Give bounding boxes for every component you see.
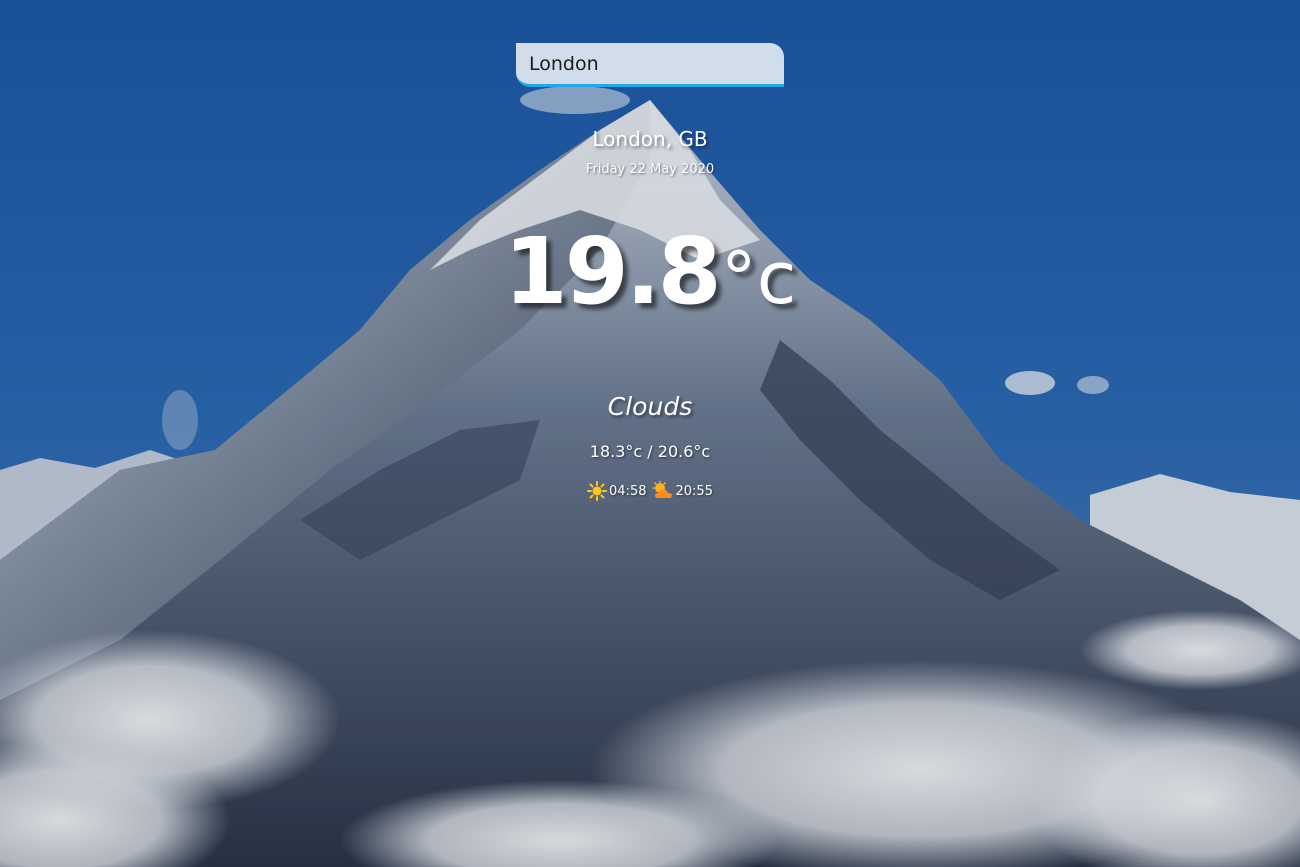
- temperature-value: 19.8: [503, 218, 722, 325]
- weather-description: Clouds: [607, 392, 693, 421]
- city-search-input[interactable]: [516, 43, 784, 87]
- weather-app: London, GB Friday 22 May 2020 19.8°c Clo…: [0, 0, 1300, 867]
- search-box: [516, 43, 784, 87]
- sun-times: 04:58 20:55: [0, 480, 1300, 501]
- sunset-time: 20:55: [675, 483, 713, 499]
- location-label: London, GB: [592, 127, 708, 151]
- sun-icon: [587, 481, 608, 501]
- sunrise-time: 04:58: [609, 483, 647, 499]
- temperature-display: 19.8°c: [0, 226, 1300, 318]
- temperature-unit: °c: [720, 236, 797, 320]
- sun-behind-cloud-icon: [651, 480, 672, 501]
- date-label: Friday 22 May 2020: [585, 162, 715, 177]
- min-max-temperature: 18.3°c / 20.6°c: [589, 442, 711, 461]
